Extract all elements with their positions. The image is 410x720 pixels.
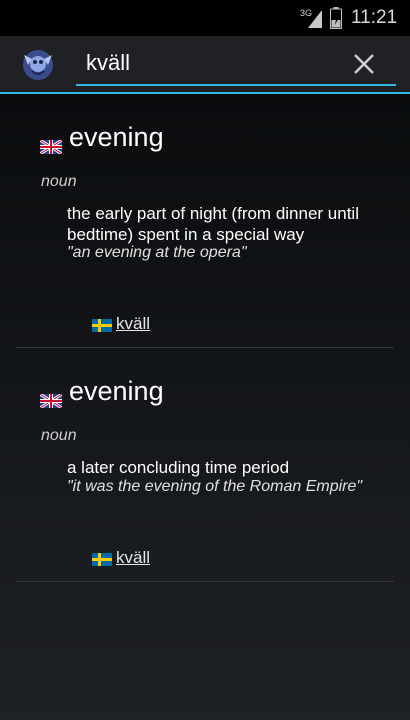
example: "it was the evening of the Roman Empire": [67, 478, 363, 495]
divider: [16, 347, 394, 348]
clock: 11:21: [351, 7, 398, 28]
part-of-speech: noun: [41, 173, 77, 190]
part-of-speech: noun: [41, 427, 77, 444]
app-logo-icon[interactable]: [18, 45, 58, 85]
uk-flag-icon: [40, 140, 62, 154]
translation-word[interactable]: kväll: [116, 548, 150, 568]
sweden-flag-icon: [92, 553, 112, 566]
status-bar: 3G 11:21: [0, 0, 410, 36]
results-list: evening noun the early part of night (fr…: [0, 94, 410, 720]
search-bar: [0, 36, 410, 92]
definition: the early part of night (from dinner unt…: [67, 204, 359, 244]
divider: [16, 581, 394, 582]
headword: evening: [69, 376, 164, 406]
translation-word[interactable]: kväll: [116, 314, 150, 334]
network-type-label: 3G: [300, 8, 313, 18]
sweden-flag-icon: [92, 319, 112, 332]
close-icon[interactable]: [348, 48, 380, 80]
battery-icon: [330, 7, 342, 29]
headword: evening: [69, 122, 164, 152]
uk-flag-icon: [40, 394, 62, 408]
definition: a later concluding time period: [67, 458, 290, 477]
example: "an evening at the opera": [67, 244, 247, 261]
